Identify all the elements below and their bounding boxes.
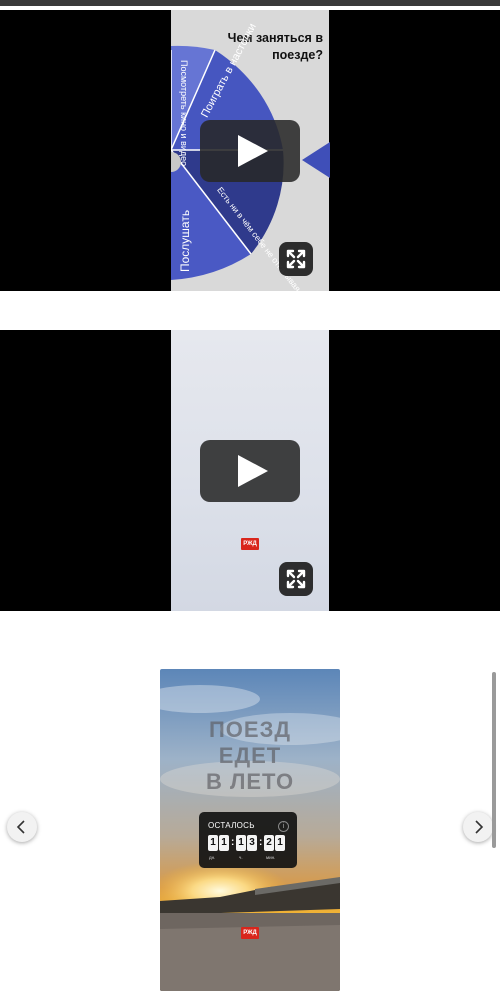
timer-digit: 3 <box>247 835 257 851</box>
wheel-segment-label: Посмотреть кино и видео <box>179 60 189 167</box>
carousel-next-button[interactable] <box>463 812 493 842</box>
timer-colon: : <box>231 837 235 848</box>
story-card[interactable]: ПОЕЗД ЕДЕТ В ЛЕТО ОСТАЛОСЬ i 1 1 : 1 3 :… <box>160 669 340 991</box>
timer-unit-days: дн. <box>209 855 216 860</box>
fullscreen-icon <box>286 569 306 589</box>
headline-line: ЕДЕТ <box>218 743 282 768</box>
headline-line: В ЛЕТО <box>205 769 295 794</box>
story-headline: ПОЕЗД ЕДЕТ В ЛЕТО <box>160 717 340 795</box>
rzd-logo: РЖД <box>241 927 259 939</box>
headline-line: ПОЕЗД <box>208 717 292 742</box>
timer-digit: 2 <box>264 835 274 851</box>
fullscreen-button[interactable] <box>279 242 313 276</box>
wheel-pointer <box>302 142 330 178</box>
video-player-2[interactable]: РЖД <box>0 330 500 611</box>
timer-digit: 1 <box>236 835 246 851</box>
chevron-right-icon <box>475 820 484 834</box>
video-player-1[interactable]: Чем заняться в поезде? Поиграть в настол… <box>0 10 500 291</box>
play-button[interactable] <box>200 120 300 182</box>
timer-unit-minutes: мин. <box>266 855 276 860</box>
rzd-logo: РЖД <box>241 538 259 550</box>
timer-digit: 1 <box>219 835 229 851</box>
chevron-left-icon <box>16 820 25 834</box>
timer-digit: 1 <box>275 835 285 851</box>
fullscreen-icon <box>286 249 306 269</box>
top-divider <box>0 0 500 6</box>
play-button[interactable] <box>200 440 300 502</box>
fullscreen-button[interactable] <box>279 562 313 596</box>
timer-colon: : <box>259 837 263 848</box>
scrollbar[interactable] <box>492 672 496 848</box>
wheel-segment-label: Послушать <box>178 209 192 272</box>
timer-unit-hours: ч. <box>239 855 243 860</box>
countdown-timer: ОСТАЛОСЬ i 1 1 : 1 3 : 2 1 дн. ч. мин. <box>199 812 297 868</box>
info-icon[interactable]: i <box>278 821 289 832</box>
timer-title: ОСТАЛОСЬ <box>208 821 255 830</box>
carousel-prev-button[interactable] <box>7 812 37 842</box>
timer-digit: 1 <box>208 835 218 851</box>
